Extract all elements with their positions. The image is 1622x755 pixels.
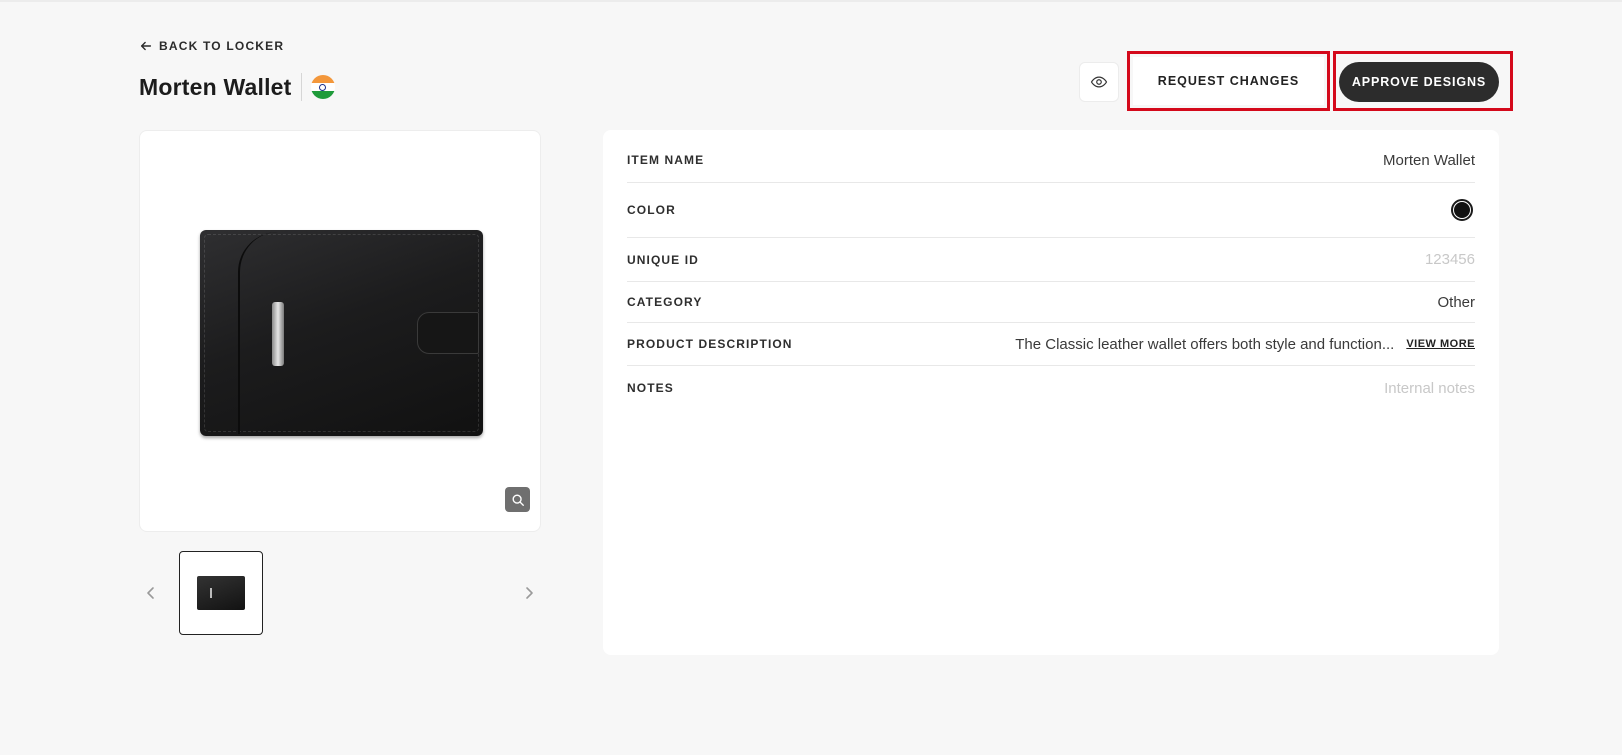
top-border <box>0 0 1622 2</box>
color-swatch[interactable] <box>1451 199 1473 221</box>
back-link-label: BACK TO LOCKER <box>159 39 285 53</box>
back-to-locker-link[interactable]: BACK TO LOCKER <box>139 39 284 53</box>
row-item-name: ITEM NAME Morten Wallet <box>627 138 1475 183</box>
india-flag-icon <box>310 75 335 99</box>
product-description-value: The Classic leather wallet offers both s… <box>1015 335 1395 353</box>
eye-icon <box>1090 76 1108 88</box>
category-label: CATEGORY <box>627 295 703 309</box>
arrow-left-icon <box>140 41 152 51</box>
preview-button[interactable] <box>1079 62 1119 102</box>
search-icon <box>511 493 524 506</box>
description-wrap: The Classic leather wallet offers both s… <box>1015 336 1475 353</box>
page-title: Morten Wallet <box>139 73 292 100</box>
chevron-right-icon <box>526 587 533 599</box>
chevron-left-icon <box>147 587 154 599</box>
thumbnail-1[interactable] <box>179 551 263 635</box>
thumbnail-image <box>197 576 245 610</box>
view-more-link[interactable]: VIEW MORE <box>1406 338 1475 350</box>
row-notes: NOTES Internal notes <box>627 366 1475 410</box>
item-name-label: ITEM NAME <box>627 153 705 167</box>
unique-id-label: UNIQUE ID <box>627 252 699 267</box>
request-changes-button[interactable]: REQUEST CHANGES <box>1133 57 1324 105</box>
item-name-value[interactable]: Morten Wallet <box>1383 152 1475 169</box>
category-value[interactable]: Other <box>1437 294 1475 311</box>
approve-designs-button[interactable]: APPROVE DESIGNS <box>1339 62 1499 102</box>
zoom-button[interactable] <box>505 487 530 512</box>
gallery-next-button[interactable] <box>519 583 539 603</box>
color-label: COLOR <box>627 203 676 217</box>
gallery-prev-button[interactable] <box>141 583 161 603</box>
unique-id-field[interactable]: 123456 <box>1425 251 1475 268</box>
product-image-wallet <box>200 230 483 436</box>
row-unique-id: UNIQUE ID 123456 <box>627 238 1475 282</box>
notes-label: NOTES <box>627 381 674 395</box>
product-description-label: PRODUCT DESCRIPTION <box>627 337 793 351</box>
row-category: CATEGORY Other <box>627 282 1475 323</box>
row-color: COLOR <box>627 183 1475 238</box>
details-card: ITEM NAME Morten Wallet COLOR UNIQUE ID … <box>603 130 1499 655</box>
product-image-card <box>139 130 541 532</box>
notes-field[interactable]: Internal notes <box>1384 380 1475 397</box>
title-row: Morten Wallet <box>139 70 335 104</box>
title-divider <box>300 73 302 101</box>
row-product-description: PRODUCT DESCRIPTION The Classic leather … <box>627 323 1475 366</box>
